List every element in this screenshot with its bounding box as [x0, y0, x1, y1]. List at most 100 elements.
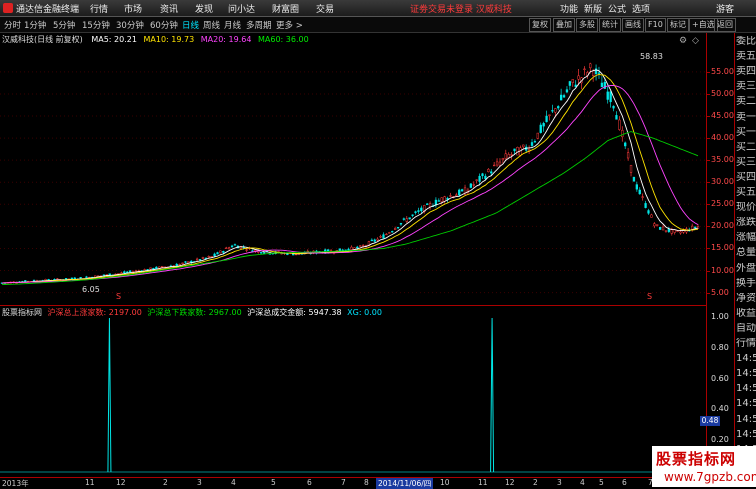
settings-gear-icon[interactable]: ⚙	[679, 36, 687, 46]
candle	[580, 76, 583, 90]
date-tick-label: 6	[307, 478, 312, 487]
candle	[568, 80, 572, 90]
collapse-icon[interactable]: ◇	[692, 36, 699, 46]
period-weekly[interactable]: 周线	[203, 19, 220, 31]
period-daily[interactable]: 日线	[182, 19, 199, 31]
quote-row-label: 买二	[736, 141, 756, 153]
candle	[594, 64, 598, 81]
quote-row-label: 14:5	[736, 353, 756, 365]
date-tick-label: 5	[271, 478, 276, 487]
candle	[230, 244, 234, 248]
menu-bar: 通达信金融终端 行情 市场 资讯 发现 问小达 财富圈 交易 证劵交易未登录 汉…	[0, 0, 756, 17]
candle	[542, 121, 545, 132]
overlay-button[interactable]: 叠加	[553, 18, 575, 32]
menu-ask-xiaoda[interactable]: 问小达	[228, 2, 255, 15]
period-15min[interactable]: 15分钟	[82, 19, 110, 31]
indicator-tick-label: 0.60	[711, 373, 729, 383]
menu-trade[interactable]: 交易	[316, 2, 334, 15]
candle	[437, 198, 440, 202]
candle	[178, 263, 181, 266]
period-1min[interactable]: 1分钟	[24, 19, 46, 31]
price-tick-mark	[707, 270, 710, 272]
quote-row-label: 14:5	[736, 398, 756, 410]
date-tick-label: 3	[557, 478, 562, 487]
candle	[600, 76, 604, 88]
indicator-tick-label: 0.80	[711, 342, 729, 352]
candle	[455, 192, 458, 197]
candle	[411, 214, 414, 218]
quote-row-label: 涨跌	[736, 217, 756, 229]
candle	[426, 202, 429, 205]
date-tick-label: 2	[163, 478, 168, 487]
candle	[516, 146, 519, 156]
menu-formula[interactable]: 公式	[608, 2, 626, 15]
candle	[629, 164, 633, 177]
menu-options[interactable]: 选项	[632, 2, 650, 15]
period-60min[interactable]: 60分钟	[150, 19, 178, 31]
indicator-pane[interactable]: 股票指标网 沪深总上涨家数: 2197.00 沪深总下跌家数: 2967.00 …	[0, 305, 706, 478]
menu-quotes[interactable]: 行情	[90, 2, 108, 15]
menu-discover[interactable]: 发现	[195, 2, 213, 15]
candle	[391, 230, 394, 233]
period-5min[interactable]: 5分钟	[53, 19, 75, 31]
price-tick-label: 10.00	[711, 265, 734, 275]
menu-new-version[interactable]: 新版	[584, 2, 602, 15]
period-multi[interactable]: 多周期	[246, 19, 272, 31]
cursor-date: 2014/11/06/四	[376, 478, 434, 489]
candle	[405, 216, 408, 223]
quote-row-label: 净资	[736, 292, 756, 304]
candle	[460, 188, 464, 192]
candle	[149, 267, 152, 270]
candle	[615, 111, 618, 120]
menu-market[interactable]: 市场	[124, 2, 142, 15]
period-30min[interactable]: 30分钟	[116, 19, 144, 31]
candle	[359, 245, 362, 247]
price-tick-label: 25.00	[711, 199, 734, 209]
watermark-badge: 股票指标网 www.7gpzb.com	[652, 446, 756, 487]
date-tick-label: 7	[341, 478, 346, 487]
menu-guest[interactable]: 游客	[716, 2, 734, 15]
period-monthly[interactable]: 月线	[224, 19, 241, 31]
watermark-title: 股票指标网	[656, 450, 737, 468]
period-tick[interactable]: 分时	[4, 19, 21, 31]
menu-wealth-circle[interactable]: 财富圈	[272, 2, 299, 15]
quote-row-label: 卖五	[736, 51, 756, 63]
f10-button[interactable]: F10	[645, 18, 666, 32]
quote-row-label: 14:5	[736, 428, 756, 440]
candle	[428, 201, 432, 210]
candle	[396, 226, 400, 230]
price-tick-mark	[707, 138, 710, 140]
candle	[382, 232, 385, 239]
quote-row-label: 行情	[736, 338, 756, 349]
mark-button[interactable]: 标记	[667, 18, 689, 32]
candle	[181, 262, 184, 265]
date-tick-label: 5	[599, 478, 604, 487]
candle	[606, 86, 609, 104]
candle	[504, 149, 507, 161]
draw-button[interactable]: 画线	[622, 18, 644, 32]
kline-chart[interactable]: 58.83 6.05 S S 汉威科技(日线 前复权) MA5: 20.21 MA10…	[0, 33, 706, 305]
stats-button[interactable]: 统计	[599, 18, 621, 32]
period-more[interactable]: 更多 >	[276, 19, 303, 31]
ma10-line	[1, 73, 699, 284]
indicator-info-line: 股票指标网 沪深总上涨家数: 2197.00 沪深总下跌家数: 2967.00 …	[2, 307, 382, 318]
date-tick-label: 2013年	[2, 479, 29, 488]
price-tick-mark	[707, 160, 710, 162]
multi-stock-button[interactable]: 多股	[576, 18, 598, 32]
ma60-line	[1, 131, 699, 286]
adjust-button[interactable]: 复权	[529, 18, 551, 32]
kline-svg: 58.83 6.05 S S	[0, 52, 706, 301]
current-value-box: 0.48	[700, 416, 720, 426]
candle	[402, 217, 406, 221]
candle	[647, 208, 650, 215]
indicator-tick-label: 0.20	[711, 435, 729, 445]
date-tick-label: 3	[197, 478, 202, 487]
back-button[interactable]: 返回	[714, 18, 736, 32]
menu-function[interactable]: 功能	[560, 2, 578, 15]
candle	[475, 179, 478, 184]
candle	[449, 192, 452, 198]
candle	[536, 132, 539, 140]
candle	[539, 122, 542, 134]
candle	[216, 251, 219, 255]
menu-news[interactable]: 资讯	[160, 2, 178, 15]
